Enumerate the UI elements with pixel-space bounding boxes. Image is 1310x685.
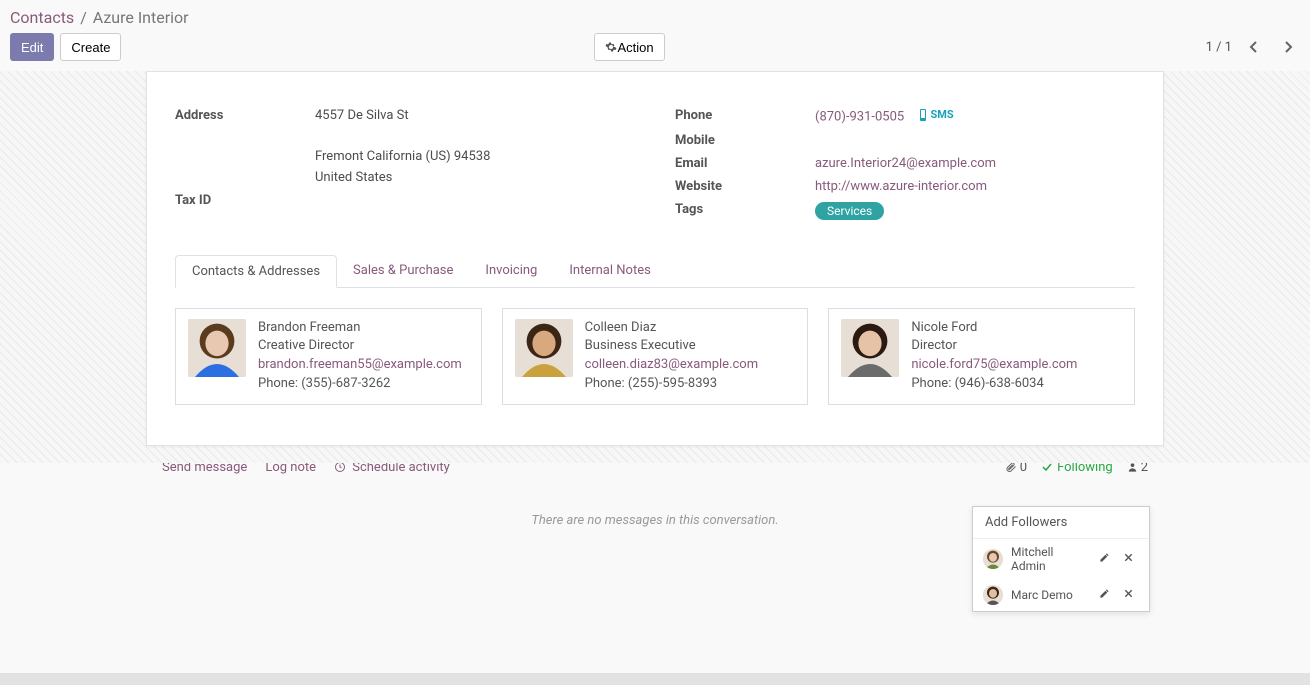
breadcrumb-sep: / bbox=[80, 8, 87, 27]
edit-follower-button[interactable] bbox=[1099, 552, 1115, 567]
phone-label: Phone bbox=[675, 108, 815, 125]
next-button[interactable] bbox=[1276, 35, 1300, 59]
tab-internal-notes[interactable]: Internal Notes bbox=[553, 255, 666, 288]
contact-card[interactable]: Nicole Ford Director nicole.ford75@examp… bbox=[828, 308, 1135, 405]
prev-button[interactable] bbox=[1242, 35, 1266, 59]
chevron-left-icon bbox=[1249, 40, 1259, 54]
paperclip-icon bbox=[1005, 461, 1017, 473]
contact-email[interactable]: colleen.diaz83@example.com bbox=[585, 356, 758, 375]
contact-phone: Phone: (355)-687-3262 bbox=[258, 375, 462, 394]
tags-label: Tags bbox=[675, 202, 815, 220]
person-icon bbox=[1127, 461, 1138, 473]
website-value[interactable]: http://www.azure-interior.com bbox=[815, 179, 987, 194]
contact-name: Nicole Ford bbox=[911, 319, 1077, 338]
tab-sales-purchase[interactable]: Sales & Purchase bbox=[337, 255, 469, 288]
close-icon bbox=[1123, 588, 1134, 599]
contact-title: Business Executive bbox=[585, 337, 758, 356]
tabs: Contacts & Addresses Sales & Purchase In… bbox=[175, 254, 1135, 288]
sms-link[interactable]: SMS bbox=[919, 108, 953, 121]
follower-name[interactable]: Mitchell Admin bbox=[1011, 545, 1091, 573]
city-line-value: Fremont California (US) 94538 bbox=[315, 149, 635, 164]
mobile-value bbox=[815, 133, 1135, 148]
tag-chip[interactable]: Services bbox=[815, 202, 884, 220]
email-value[interactable]: azure.Interior24@example.com bbox=[815, 156, 996, 171]
avatar bbox=[983, 585, 1003, 605]
contact-phone: Phone: (946)-638-6034 bbox=[911, 375, 1077, 394]
remove-follower-button[interactable] bbox=[1123, 552, 1139, 567]
avatar bbox=[841, 319, 899, 377]
mobile-label: Mobile bbox=[675, 133, 815, 148]
gear-icon bbox=[605, 41, 617, 53]
avatar bbox=[983, 549, 1003, 569]
sms-label: SMS bbox=[930, 108, 953, 121]
tax-id-label: Tax ID bbox=[175, 193, 315, 208]
phone-icon bbox=[919, 109, 927, 121]
follower-name[interactable]: Marc Demo bbox=[1011, 588, 1091, 602]
action-button[interactable]: Action bbox=[594, 33, 664, 61]
contact-card[interactable]: Colleen Diaz Business Executive colleen.… bbox=[502, 308, 809, 405]
contact-title: Director bbox=[911, 337, 1077, 356]
contact-card[interactable]: Brandon Freeman Creative Director brando… bbox=[175, 308, 482, 405]
street-value: 4557 De Silva St bbox=[315, 108, 635, 123]
contact-cards: Brandon Freeman Creative Director brando… bbox=[175, 308, 1135, 405]
tab-invoicing[interactable]: Invoicing bbox=[469, 255, 553, 288]
tab-contacts-addresses[interactable]: Contacts & Addresses bbox=[175, 255, 337, 288]
breadcrumb-root[interactable]: Contacts bbox=[10, 8, 74, 27]
breadcrumb: Contacts / Azure Interior bbox=[0, 0, 1310, 29]
edit-button[interactable]: Edit bbox=[10, 33, 54, 61]
address-label: Address bbox=[175, 108, 315, 185]
follower-row: Mitchell Admin bbox=[973, 539, 1149, 579]
phone-value[interactable]: (870)-931-0505 bbox=[815, 110, 904, 125]
check-icon bbox=[1041, 461, 1053, 473]
contact-phone: Phone: (255)-595-8393 bbox=[585, 375, 758, 394]
follower-row: Marc Demo bbox=[973, 579, 1149, 611]
country-value: United States bbox=[315, 170, 635, 185]
breadcrumb-current: Azure Interior bbox=[93, 8, 189, 27]
record-sheet: Address 4557 De Silva St Fremont Califor… bbox=[146, 71, 1164, 446]
contact-name: Colleen Diaz bbox=[585, 319, 758, 338]
tax-id-value bbox=[315, 193, 635, 208]
pencil-icon bbox=[1099, 552, 1110, 563]
edit-follower-button[interactable] bbox=[1099, 588, 1115, 603]
action-button-label: Action bbox=[617, 40, 653, 55]
remove-follower-button[interactable] bbox=[1123, 588, 1139, 603]
email-label: Email bbox=[675, 156, 815, 171]
avatar bbox=[188, 319, 246, 377]
followers-popover: Add Followers Mitchell Admin Marc Demo bbox=[972, 506, 1150, 612]
avatar bbox=[515, 319, 573, 377]
contact-title: Creative Director bbox=[258, 337, 462, 356]
pager: 1 / 1 bbox=[1206, 35, 1300, 59]
toolbar: Edit Create Action 1 / 1 bbox=[0, 29, 1310, 71]
contact-name: Brandon Freeman bbox=[258, 319, 462, 338]
create-button[interactable]: Create bbox=[60, 33, 121, 61]
pager-text: 1 / 1 bbox=[1206, 40, 1232, 55]
pencil-icon bbox=[1099, 588, 1110, 599]
website-label: Website bbox=[675, 179, 815, 194]
contact-email[interactable]: brandon.freeman55@example.com bbox=[258, 356, 462, 375]
close-icon bbox=[1123, 552, 1134, 563]
bottom-edge bbox=[0, 673, 1310, 685]
contact-email[interactable]: nicole.ford75@example.com bbox=[911, 356, 1077, 375]
followers-header[interactable]: Add Followers bbox=[973, 507, 1149, 539]
chevron-right-icon bbox=[1283, 40, 1293, 54]
